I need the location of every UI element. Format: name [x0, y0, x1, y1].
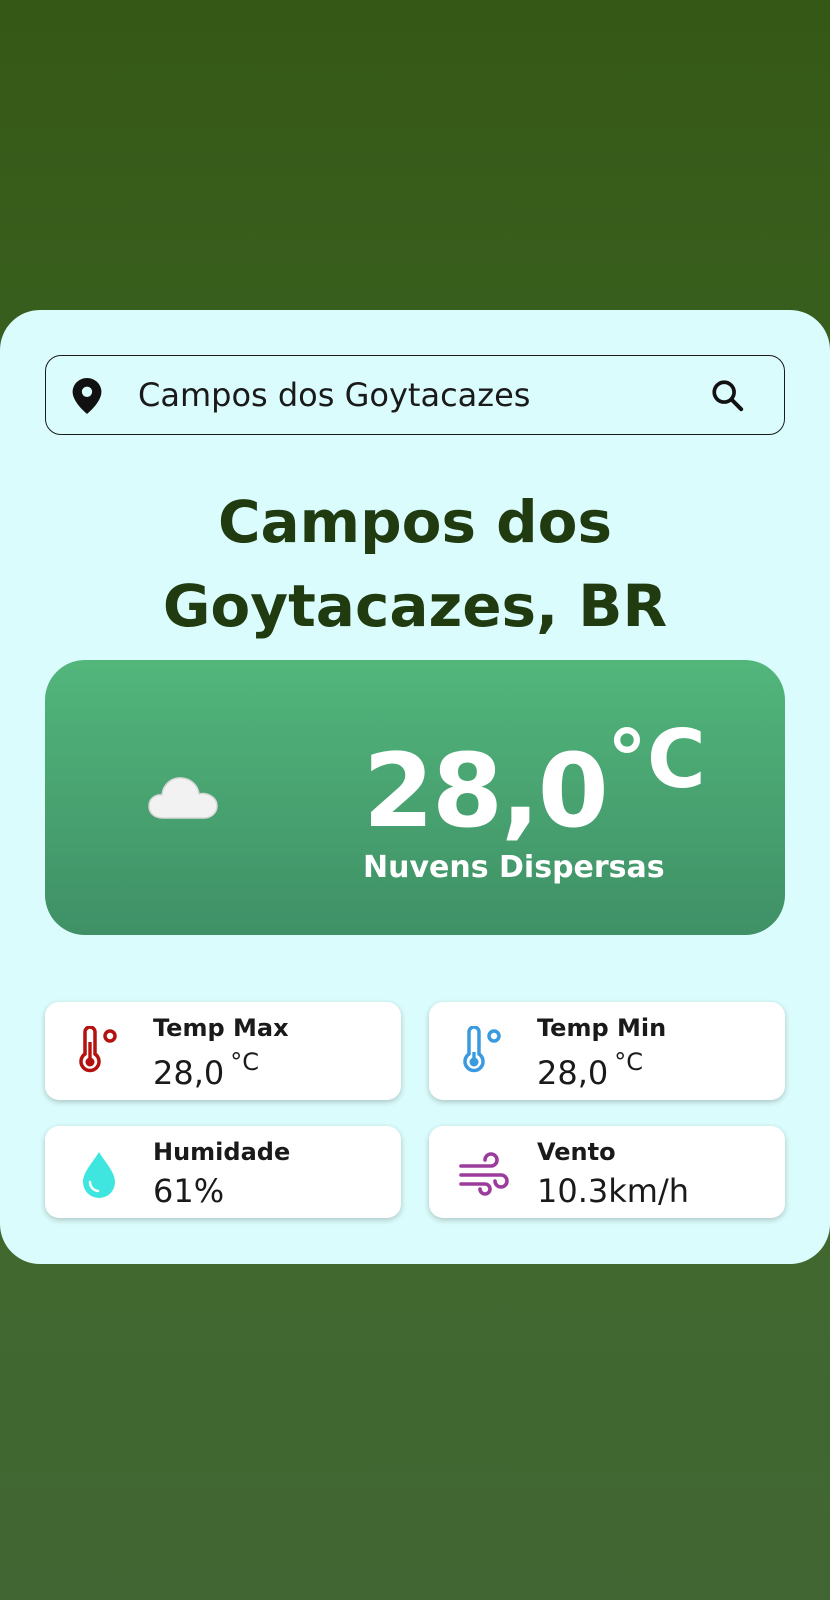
temp-min-number: 28,0: [537, 1054, 609, 1092]
temp-max-unit: °C: [230, 1048, 260, 1076]
weather-description: Nuvens Dispersas: [363, 850, 665, 885]
search-icon[interactable]: [710, 378, 744, 412]
map-pin-icon: [72, 378, 102, 414]
city-title: Campos dos Goytacazes, BR: [0, 480, 830, 648]
humidity-card: Humidade 61%: [45, 1126, 401, 1218]
temp-max-number: 28,0: [153, 1054, 225, 1092]
temp-max-card: Temp Max 28,0 °C: [45, 1002, 401, 1100]
current-weather-panel: 28,0 °C Nuvens Dispersas: [45, 660, 785, 935]
city-title-line-1: Campos dos: [217, 488, 613, 556]
wind-card: Vento 10.3km/h: [429, 1126, 785, 1218]
temp-min-label: Temp Min: [537, 1014, 667, 1042]
thermometer-cold-icon: [463, 1026, 501, 1073]
wind-label: Vento: [537, 1138, 616, 1166]
temp-min-card: Temp Min 28,0 °C: [429, 1002, 785, 1100]
humidity-label: Humidade: [153, 1138, 291, 1166]
temp-min-unit: °C: [614, 1048, 644, 1076]
temp-max-label: Temp Max: [153, 1014, 289, 1042]
weather-card: Campos dos Goytacazes, BR 28,0 °C Nuvens…: [0, 310, 830, 1264]
current-temperature: 28,0: [363, 732, 609, 851]
city-title-line-2: Goytacazes, BR: [162, 572, 668, 640]
temp-max-value: 28,0 °C: [153, 1048, 259, 1092]
search-input[interactable]: [138, 356, 678, 434]
cloud-icon: [148, 777, 218, 819]
temperature-unit: °C: [607, 713, 706, 806]
wind-icon: [459, 1152, 509, 1196]
water-drop-icon: [83, 1152, 115, 1198]
humidity-value: 61%: [153, 1172, 225, 1210]
search-bar: [45, 355, 785, 435]
thermometer-hot-icon: [79, 1026, 117, 1073]
wind-value: 10.3km/h: [537, 1172, 690, 1210]
temp-min-value: 28,0 °C: [537, 1048, 643, 1092]
